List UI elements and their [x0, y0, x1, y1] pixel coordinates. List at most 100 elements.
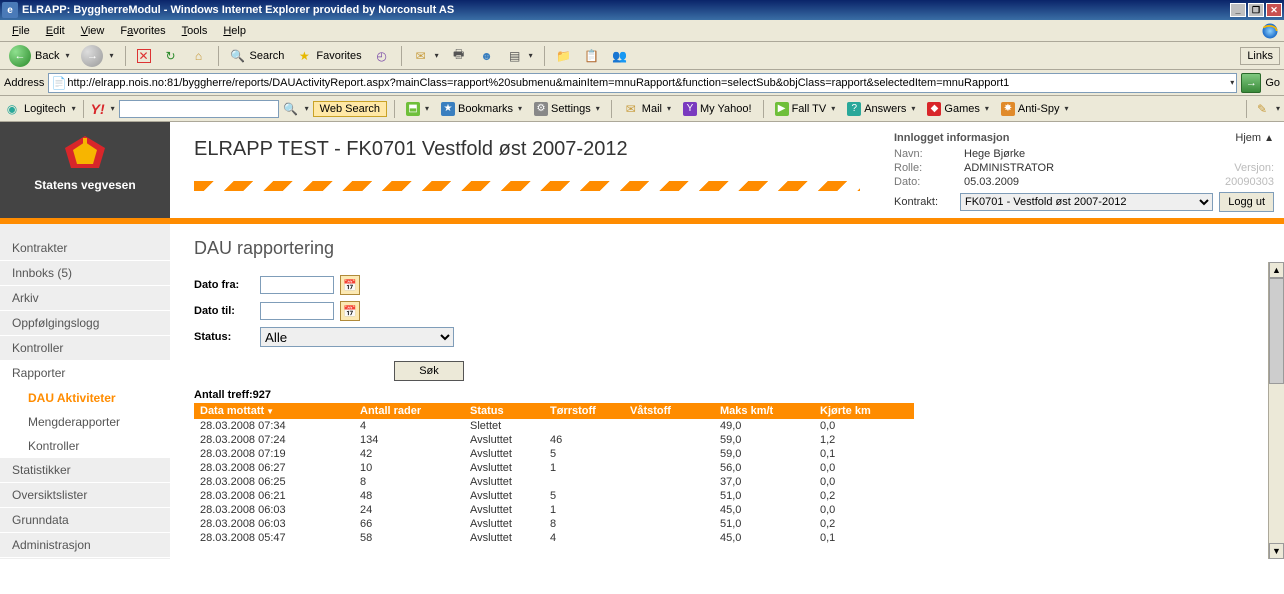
chevron-down-icon[interactable]: ▾ [109, 51, 113, 60]
calendar-fra-button[interactable]: 📅 [340, 275, 360, 295]
table-row[interactable]: 28.03.2008 06:258Avsluttet37,00,0 [194, 475, 914, 489]
calendar-til-button[interactable]: 📅 [340, 301, 360, 321]
search-submit-button[interactable]: Søk [394, 361, 464, 381]
address-input[interactable] [67, 77, 1228, 89]
people-button[interactable]: 👥 [607, 45, 633, 67]
col-maks[interactable]: Maks km/t [714, 403, 814, 419]
vertical-scrollbar[interactable]: ▲ ▼ [1268, 262, 1284, 559]
menu-help[interactable]: Help [215, 23, 254, 39]
col-kjorte[interactable]: Kjørte km [814, 403, 914, 419]
antispy-button[interactable]: ✸Anti-Spy▾ [997, 101, 1073, 117]
minimize-button[interactable]: _ [1230, 3, 1246, 17]
col-torrstoff[interactable]: Tørrstoff [544, 403, 624, 419]
web-search-button[interactable]: Web Search [313, 101, 387, 117]
nav-mengderapporter[interactable]: Mengderapporter [0, 410, 170, 434]
col-mottatt[interactable]: Data mottatt [194, 403, 354, 419]
nav-dau-aktiviteter[interactable]: DAU Aktiviteter [0, 386, 170, 410]
table-row[interactable]: 28.03.2008 06:0366Avsluttet851,00,2 [194, 517, 914, 531]
logitech-label[interactable]: Logitech [24, 103, 66, 115]
answers-label: Answers [864, 103, 906, 115]
settings-button[interactable]: ⚙Settings▾ [530, 101, 604, 117]
nav-administrasjon[interactable]: Administrasjon [0, 533, 170, 558]
nav-rapporter[interactable]: Rapporter [0, 361, 170, 386]
table-row[interactable]: 28.03.2008 07:1942Avsluttet559,00,1 [194, 447, 914, 461]
bookmarks-button[interactable]: ★Bookmarks▾ [437, 101, 526, 117]
scroll-up-button[interactable]: ▲ [1269, 262, 1284, 278]
col-rader[interactable]: Antall rader [354, 403, 464, 419]
logout-button[interactable]: Logg ut [1219, 192, 1274, 212]
dato-fra-input[interactable] [260, 276, 334, 294]
col-status[interactable]: Status [464, 403, 544, 419]
cell-maks: 51,0 [714, 517, 814, 531]
table-row[interactable]: 28.03.2008 07:344Slettet49,00,0 [194, 419, 914, 433]
menu-file[interactable]: File [4, 23, 38, 39]
status-select[interactable]: Alle [260, 327, 454, 347]
nav-innboks[interactable]: Innboks (5) [0, 261, 170, 286]
cell-maks: 45,0 [714, 531, 814, 545]
favorites-button[interactable]: ★Favorites [291, 45, 366, 67]
main-content: DAU rapportering Dato fra: 📅 Dato til: 📅… [170, 224, 1284, 559]
chevron-down-icon[interactable]: ▾ [72, 104, 76, 113]
chevron-down-icon[interactable]: ▾ [435, 51, 439, 60]
table-row[interactable]: 28.03.2008 05:4758Avsluttet445,00,1 [194, 531, 914, 545]
nav-arkiv[interactable]: Arkiv [0, 286, 170, 311]
dato-til-input[interactable] [260, 302, 334, 320]
home-button[interactable]: ⌂ [186, 45, 212, 67]
cell-vat [624, 447, 714, 461]
search-icon[interactable]: 🔍 [283, 101, 299, 117]
kontrakt-select[interactable]: FK0701 - Vestfold øst 2007-2012 [960, 193, 1213, 211]
edit-button[interactable]: ▤▾ [502, 45, 538, 67]
refresh-button[interactable]: ↻ [158, 45, 184, 67]
chevron-down-icon[interactable]: ▾ [529, 51, 533, 60]
nav-kontroller-sub[interactable]: Kontroller [0, 434, 170, 458]
messenger-button[interactable]: ☻ [474, 45, 500, 67]
forward-button[interactable]: →▾ [76, 42, 118, 70]
nav-oppfolgingslogg[interactable]: Oppfølgingslogg [0, 311, 170, 336]
history-button[interactable]: ◴ [369, 45, 395, 67]
stop-button[interactable]: ✕ [132, 46, 156, 66]
myyahoo-button[interactable]: YMy Yahoo! [679, 101, 756, 117]
print-button[interactable]: 🖶 [446, 45, 472, 67]
yahoo-search-input[interactable] [119, 100, 279, 118]
menu-bar: File Edit View Favorites Tools Help [0, 20, 1284, 42]
falltv-button[interactable]: ▶Fall TV▾ [771, 101, 840, 117]
games-button[interactable]: ◆Games▾ [923, 101, 992, 117]
home-link[interactable]: Hjem▲ [1235, 132, 1274, 144]
yahoo-logo-icon[interactable]: Y! [91, 101, 105, 117]
nav-kontrakter[interactable]: Kontrakter [0, 236, 170, 261]
chevron-down-icon[interactable]: ▾ [1276, 104, 1280, 113]
table-row[interactable]: 28.03.2008 06:0324Avsluttet145,00,0 [194, 503, 914, 517]
cell-torr: 5 [544, 447, 624, 461]
menu-view[interactable]: View [73, 23, 113, 39]
col-vatstoff[interactable]: Våtstoff [624, 403, 714, 419]
mailpop-button[interactable]: ✉▾ [408, 45, 444, 67]
chevron-down-icon[interactable]: ▾ [65, 51, 69, 60]
nav-grunndata[interactable]: Grunndata [0, 508, 170, 533]
nav-statistikker[interactable]: Statistikker [0, 458, 170, 483]
scroll-thumb[interactable] [1269, 278, 1284, 384]
close-button[interactable]: ✕ [1266, 3, 1282, 17]
nav-oversiktslister[interactable]: Oversiktslister [0, 483, 170, 508]
mail-button[interactable]: ✉Mail▾ [619, 100, 675, 118]
table-row[interactable]: 28.03.2008 06:2710Avsluttet156,00,0 [194, 461, 914, 475]
chevron-down-icon[interactable]: ▾ [1230, 78, 1234, 87]
search-button[interactable]: 🔍Search [225, 45, 290, 67]
menu-edit[interactable]: Edit [38, 23, 73, 39]
nav-kontroller[interactable]: Kontroller [0, 336, 170, 361]
chevron-down-icon[interactable]: ▾ [305, 104, 309, 113]
back-button[interactable]: ←Back▾ [4, 42, 74, 70]
table-row[interactable]: 28.03.2008 07:24134Avsluttet4659,01,2 [194, 433, 914, 447]
menu-favorites[interactable]: Favorites [112, 23, 173, 39]
chevron-down-icon[interactable]: ▾ [111, 104, 115, 113]
maximize-button[interactable]: ❐ [1248, 3, 1264, 17]
scroll-down-button[interactable]: ▼ [1269, 543, 1284, 559]
pencil-icon[interactable]: ✎ [1254, 101, 1270, 117]
answers-button[interactable]: ?Answers▾ [843, 101, 919, 117]
research-button[interactable]: 📋 [579, 45, 605, 67]
folder-button[interactable]: 📁 [551, 45, 577, 67]
go-button[interactable]: → [1241, 73, 1261, 93]
popup-blocker-button[interactable]: ⬒▾ [402, 101, 433, 117]
menu-tools[interactable]: Tools [174, 23, 216, 39]
links-panel[interactable]: Links [1240, 47, 1280, 65]
table-row[interactable]: 28.03.2008 06:2148Avsluttet551,00,2 [194, 489, 914, 503]
